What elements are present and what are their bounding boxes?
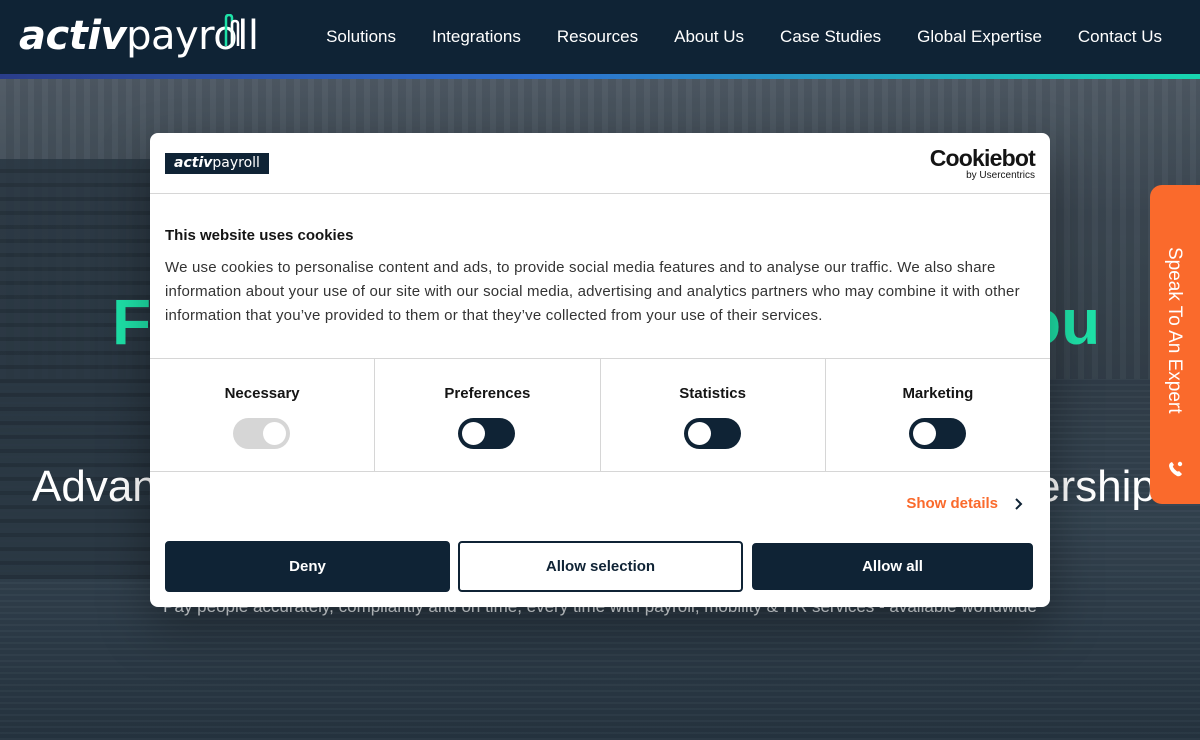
toggle-knob	[462, 422, 486, 445]
main-nav: Solutions Integrations Resources About U…	[290, 27, 1162, 47]
category-marketing: Marketing	[826, 359, 1050, 471]
allow-all-button[interactable]: Allow all	[752, 543, 1033, 590]
toggle-knob	[687, 422, 711, 445]
cookie-category-toggles: Necessary Preferences Statistics Marketi…	[150, 358, 1050, 472]
logo-word-bold: activ	[19, 13, 127, 59]
preferences-toggle[interactable]	[458, 418, 516, 449]
category-preferences: Preferences	[375, 359, 601, 471]
nav-about-us[interactable]: About Us	[674, 27, 744, 47]
hero-subtitle-right: ership	[1036, 462, 1156, 511]
hero-subtitle-left: Advan	[32, 462, 157, 511]
cookie-dialog-title: This website uses cookies	[165, 227, 354, 244]
category-marketing-label: Marketing	[902, 385, 974, 402]
nav-integrations[interactable]: Integrations	[432, 27, 521, 47]
toggle-knob	[263, 422, 287, 445]
category-necessary: Necessary	[150, 359, 376, 471]
dialog-logo-light: payroll	[212, 155, 260, 171]
speak-to-expert-label: Speak To An Expert	[1164, 247, 1185, 414]
category-statistics-label: Statistics	[679, 385, 746, 402]
category-necessary-label: Necessary	[224, 385, 300, 402]
nav-global-expertise[interactable]: Global Expertise	[917, 27, 1042, 47]
phone-icon	[1169, 461, 1183, 477]
necessary-toggle	[233, 418, 291, 449]
deny-button[interactable]: Deny	[165, 541, 450, 592]
category-statistics: Statistics	[601, 359, 826, 471]
toggle-knob	[912, 422, 936, 445]
show-details-label: Show details	[906, 495, 998, 512]
logo-mark-icon	[224, 14, 240, 46]
site-header: activpayroll Solutions Integrations Reso…	[0, 0, 1200, 76]
show-details-link[interactable]: Show details	[906, 495, 1026, 512]
cookiebot-name: Cookiebot	[929, 145, 1036, 171]
cookie-dialog-body: We use cookies to personalise content an…	[165, 259, 1020, 324]
cookie-dialog-header: activpayroll Cookiebot by Usercentrics	[150, 133, 1050, 194]
cookiebot-by-line: by Usercentrics	[966, 170, 1035, 181]
nav-solutions[interactable]: Solutions	[326, 27, 396, 47]
category-preferences-label: Preferences	[444, 385, 531, 402]
allow-selection-button[interactable]: Allow selection	[458, 541, 743, 592]
nav-resources[interactable]: Resources	[557, 27, 638, 47]
nav-case-studies[interactable]: Case Studies	[780, 27, 881, 47]
nav-contact-us[interactable]: Contact Us	[1078, 27, 1162, 47]
dialog-brand-logo: activpayroll	[165, 153, 269, 174]
statistics-toggle[interactable]	[683, 418, 741, 449]
cookiebot-logo[interactable]: Cookiebot by Usercentrics	[929, 145, 1036, 181]
dialog-logo-bold: activ	[174, 155, 213, 171]
speak-to-expert-tab[interactable]: Speak To An Expert	[1150, 185, 1200, 504]
cookie-consent-dialog: activpayroll Cookiebot by Usercentrics T…	[150, 133, 1050, 607]
chevron-right-icon	[1015, 497, 1023, 510]
marketing-toggle[interactable]	[908, 418, 966, 449]
